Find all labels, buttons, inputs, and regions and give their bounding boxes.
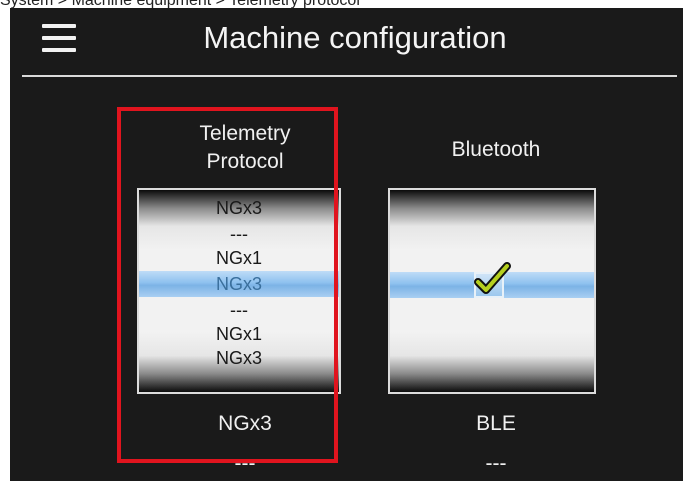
- telemetry-label-line1: Telemetry: [199, 122, 291, 145]
- machine-configuration-screen: Machine configuration Telemetry Protocol…: [10, 8, 683, 481]
- telemetry-protocol-label: Telemetry Protocol: [145, 120, 345, 176]
- bluetooth-secondary-value: ---: [485, 452, 507, 475]
- checkmark-icon: [474, 262, 511, 294]
- picker-item[interactable]: NGx3: [139, 274, 339, 294]
- header-divider: [22, 75, 677, 77]
- picker-item[interactable]: ---: [139, 224, 339, 244]
- picker-item[interactable]: NGx1: [139, 248, 339, 268]
- telemetry-protocol-picker[interactable]: NGx3 --- NGx1 NGx3 --- NGx1 NGx3: [137, 188, 341, 394]
- bluetooth-label: Bluetooth: [451, 138, 541, 161]
- picker-item[interactable]: NGx3: [139, 348, 339, 368]
- bluetooth-checkbox[interactable]: [474, 262, 511, 298]
- bluetooth-toggle-picker[interactable]: [388, 188, 596, 394]
- breadcrumb: System > Machine equipment > Telemetry p…: [0, 0, 683, 8]
- bluetooth-value: BLE: [476, 412, 516, 435]
- telemetry-protocol-value: NGx3: [218, 412, 272, 435]
- telemetry-label-line2: Protocol: [206, 150, 284, 173]
- menu-button[interactable]: [42, 24, 76, 52]
- picker-item[interactable]: NGx1: [139, 324, 339, 344]
- telemetry-protocol-secondary-value: ---: [234, 452, 256, 475]
- picker-item[interactable]: ---: [139, 300, 339, 320]
- page-title: Machine configuration: [203, 20, 507, 55]
- picker-item[interactable]: NGx3: [139, 198, 339, 218]
